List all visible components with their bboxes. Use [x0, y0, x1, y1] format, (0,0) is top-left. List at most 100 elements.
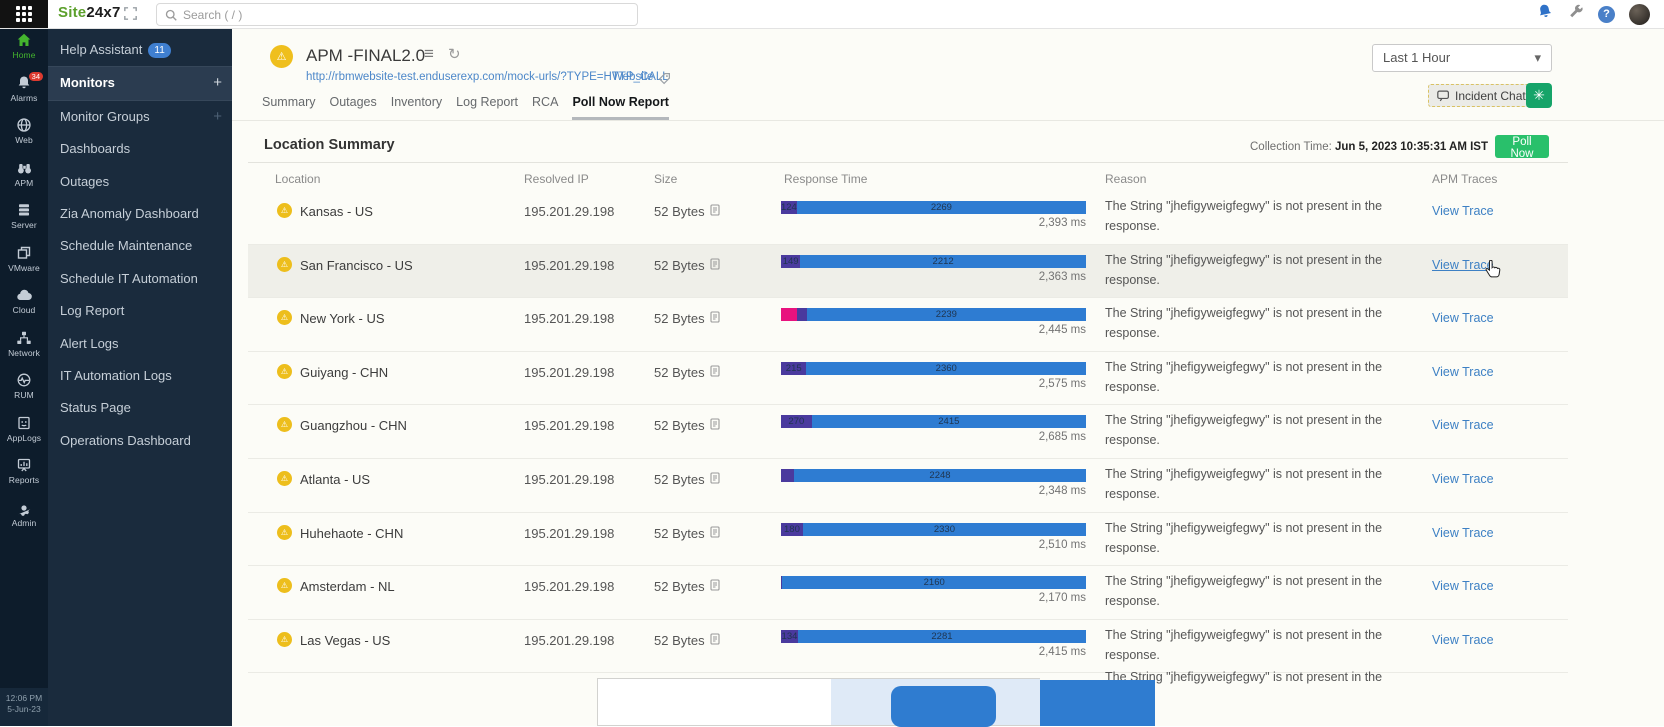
monitor-type-label[interactable]: Website	[612, 71, 653, 83]
table-row[interactable]: ⚠Amsterdam - NL195.201.29.19852 Bytes216…	[248, 566, 1568, 620]
ai-assistant-button[interactable]: ✳	[1526, 83, 1552, 108]
response-time-bar[interactable]: 2160	[781, 576, 1086, 589]
tab-rca[interactable]: RCA	[532, 95, 558, 120]
sidebar-item-it-automation-logs[interactable]: IT Automation Logs	[48, 360, 232, 392]
response-time-bar[interactable]: 1492212	[781, 255, 1086, 268]
tab-log-report[interactable]: Log Report	[456, 95, 518, 120]
response-time-bar[interactable]: 1802330	[781, 523, 1086, 536]
rail-item-admin[interactable]: Admin	[0, 496, 48, 539]
rail-item-alarms[interactable]: 34Alarms	[0, 71, 48, 114]
view-trace-link[interactable]: View Trace	[1432, 526, 1494, 540]
notification-bell-icon[interactable]	[1535, 1, 1556, 26]
avatar[interactable]	[1629, 4, 1650, 25]
bar-segment: 2212	[800, 255, 1086, 268]
wrench-icon[interactable]	[1568, 4, 1584, 25]
response-time-bar[interactable]: 1242269	[781, 201, 1086, 214]
add-icon[interactable]: +	[213, 67, 222, 99]
segment-value: 2239	[936, 309, 957, 320]
sidebar-item-operations-dashboard[interactable]: Operations Dashboard	[48, 425, 232, 457]
hamburger-menu-icon[interactable]: ≡	[424, 44, 434, 64]
sidebar-item-outages[interactable]: Outages	[48, 166, 232, 198]
sidebar-item-status-page[interactable]: Status Page	[48, 392, 232, 424]
sidebar-item-schedule-maintenance[interactable]: Schedule Maintenance	[48, 230, 232, 262]
trouble-status-icon: ⚠	[277, 417, 292, 432]
table-row[interactable]: ⚠San Francisco - US195.201.29.19852 Byte…	[248, 245, 1568, 299]
rail-item-vmware[interactable]: VMware	[0, 241, 48, 284]
document-icon[interactable]	[710, 258, 720, 273]
help-assistant-badge: 11	[148, 43, 170, 58]
response-time-bar[interactable]: 2702415	[781, 415, 1086, 428]
sidebar-item-monitors[interactable]: Monitors+	[48, 66, 232, 100]
table-row[interactable]: ⚠Guangzhou - CHN195.201.29.19852 Bytes27…	[248, 405, 1568, 459]
col-location: Location	[275, 172, 320, 186]
time-range-select[interactable]: Last 1 Hour ▾	[1372, 44, 1552, 72]
tab-summary[interactable]: Summary	[262, 95, 315, 120]
tab-poll-now-report[interactable]: Poll Now Report	[572, 95, 669, 120]
refresh-icon[interactable]: ↻	[448, 45, 461, 63]
rail-item-reports[interactable]: Reports	[0, 453, 48, 496]
response-total: 2,575 ms	[781, 378, 1086, 390]
trouble-status-icon: ⚠	[277, 257, 292, 272]
rail-item-server[interactable]: Server	[0, 198, 48, 241]
sidebar-item-alert-logs[interactable]: Alert Logs	[48, 328, 232, 360]
tab-inventory[interactable]: Inventory	[391, 95, 442, 120]
view-trace-link[interactable]: View Trace	[1432, 204, 1494, 218]
response-time-bar[interactable]: 1342281	[781, 630, 1086, 643]
document-icon[interactable]	[710, 579, 720, 594]
search-input[interactable]: Search ( / )	[156, 3, 638, 26]
response-total: 2,393 ms	[781, 217, 1086, 229]
response-time-bar[interactable]: 2152360	[781, 362, 1086, 375]
reason-cell: The String "jhefigyweigfegwy" is not pre…	[1105, 625, 1423, 665]
response-time-bar[interactable]: 2239	[781, 308, 1086, 321]
sidebar-item-schedule-it-automation[interactable]: Schedule IT Automation	[48, 263, 232, 295]
view-trace-link[interactable]: View Trace	[1432, 418, 1494, 432]
add-icon[interactable]: +	[213, 101, 222, 133]
rail-item-home[interactable]: Home	[0, 28, 48, 71]
sidebar-item-zia-anomaly-dashboard[interactable]: Zia Anomaly Dashboard	[48, 198, 232, 230]
bar-segment: 2248	[794, 469, 1086, 482]
sidebar-item-log-report[interactable]: Log Report	[48, 295, 232, 327]
document-icon[interactable]	[710, 204, 720, 219]
tab-outages[interactable]: Outages	[329, 95, 376, 120]
segment-value: 2269	[931, 202, 952, 213]
rail-item-cloud[interactable]: Cloud	[0, 283, 48, 326]
site24x7-logo[interactable]: Site24x7	[58, 4, 120, 21]
document-icon[interactable]	[710, 311, 720, 326]
rail-item-apm[interactable]: APM	[0, 156, 48, 199]
incident-chat-button[interactable]: Incident Chat	[1428, 84, 1535, 107]
document-icon[interactable]	[710, 472, 720, 487]
table-row[interactable]: ⚠Atlanta - US195.201.29.19852 Bytes22482…	[248, 459, 1568, 513]
document-icon[interactable]	[710, 365, 720, 380]
table-row[interactable]: ⚠New York - US195.201.29.19852 Bytes2239…	[248, 298, 1568, 352]
document-icon[interactable]	[710, 526, 720, 541]
resolved-ip-cell: 195.201.29.198	[524, 579, 614, 594]
view-trace-link[interactable]: View Trace	[1432, 633, 1494, 647]
view-trace-link[interactable]: View Trace	[1432, 258, 1494, 272]
view-trace-link[interactable]: View Trace	[1432, 579, 1494, 593]
table-row[interactable]: ⚠Huhehaote - CHN195.201.29.19852 Bytes18…	[248, 513, 1568, 567]
view-trace-link[interactable]: View Trace	[1432, 365, 1494, 379]
sidebar-item-help-assistant[interactable]: Help Assistant11	[48, 34, 232, 66]
view-trace-link[interactable]: View Trace	[1432, 311, 1494, 325]
view-trace-link[interactable]: View Trace	[1432, 472, 1494, 486]
document-icon[interactable]	[710, 418, 720, 433]
rail-item-network[interactable]: Network	[0, 326, 48, 369]
expand-icon[interactable]	[124, 7, 137, 25]
app-grid-button[interactable]	[0, 0, 48, 28]
response-time-bar[interactable]: 2248	[781, 469, 1086, 482]
response-total: 2,510 ms	[781, 539, 1086, 551]
rail-item-applogs[interactable]: AppLogs	[0, 411, 48, 454]
table-row[interactable]: ⚠Las Vegas - US195.201.29.19852 Bytes134…	[248, 620, 1568, 674]
rail-item-rum[interactable]: RUM	[0, 368, 48, 411]
document-icon[interactable]	[710, 633, 720, 648]
sidebar-item-dashboards[interactable]: Dashboards	[48, 133, 232, 165]
bar-segment	[781, 469, 794, 482]
table-row[interactable]: ⚠Guiyang - CHN195.201.29.19852 Bytes2152…	[248, 352, 1568, 406]
tag-icon[interactable]	[658, 72, 671, 90]
app-grid-icon	[16, 6, 32, 22]
sidebar-item-monitor-groups[interactable]: Monitor Groups+	[48, 101, 232, 133]
poll-now-button[interactable]: Poll Now	[1495, 135, 1549, 158]
help-icon[interactable]: ?	[1598, 6, 1615, 23]
rail-item-web[interactable]: Web	[0, 113, 48, 156]
table-row[interactable]: ⚠Kansas - US195.201.29.19852 Bytes124226…	[248, 191, 1568, 245]
